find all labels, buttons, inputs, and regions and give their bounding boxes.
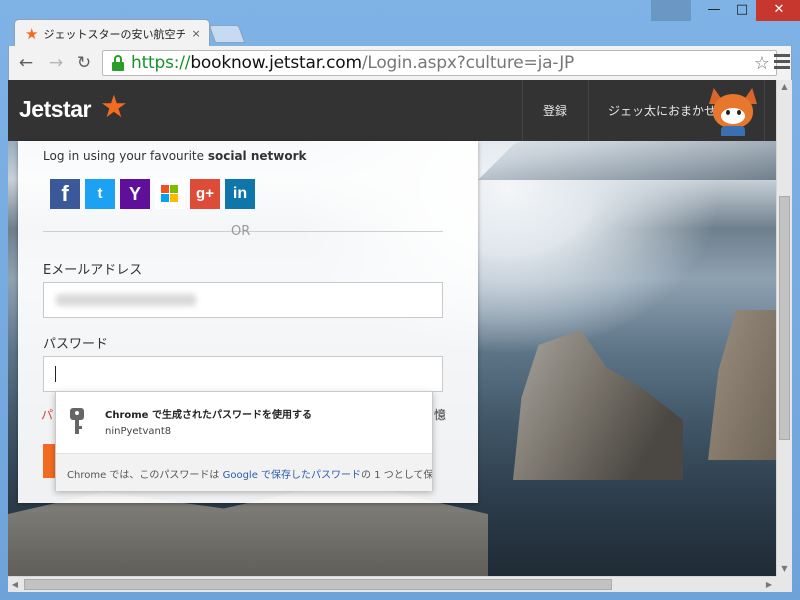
jetstar-favicon-icon: ★ [25,24,39,43]
browser-toolbar: ← → ↻ https://booknow.jetstar.com/Login.… [8,46,792,80]
jetstar-logo[interactable]: Jetstar [19,96,91,123]
vertical-scroll-thumb[interactable] [779,196,790,440]
site-header: Jetstar ★ 登録 ジェッ太におまかせ [8,80,776,141]
header-divider [522,80,523,141]
twitter-login-icon[interactable]: t [85,179,115,209]
window-controls: — □ ✕ [700,0,800,21]
footer-suffix: の 1 つとして保存され [361,470,432,481]
password-field[interactable] [43,356,443,392]
register-link[interactable]: 登録 [543,102,567,119]
text-caret [55,366,56,382]
header-divider [764,80,765,141]
minimize-button[interactable]: — [700,0,728,21]
close-window-button[interactable]: ✕ [756,0,800,21]
scroll-left-arrow-icon[interactable]: ◀ [8,577,22,592]
password-suggestion-popup: Chrome で生成されたパスワードを使用する ninPyetvant8 Chr… [55,391,433,491]
url-scheme: https:// [131,53,191,73]
url-host: booknow.jetstar.com [190,53,362,73]
forward-button[interactable]: → [45,52,67,74]
scrollbar-corner [776,576,792,592]
linkedin-login-icon[interactable]: in [225,179,255,209]
jetta-recommend-link[interactable]: ジェッ太におまかせ [608,102,716,119]
or-divider-label: OR [231,224,251,239]
password-label: パスワード [43,337,109,352]
suggestion-footer-text: Chrome では、このパスワードは Google で保存したパスワードの 1 … [67,466,432,481]
maximize-button[interactable]: □ [728,0,756,21]
google-plus-login-icon[interactable]: g+ [190,179,220,209]
jetta-mascot-icon[interactable] [705,86,759,136]
tab-title: ジェットスターの安い航空チケ [43,27,186,41]
horizontal-scroll-thumb[interactable] [24,579,612,590]
email-field[interactable] [43,282,443,318]
chrome-menu-icon[interactable] [774,54,790,72]
social-login-buttons: f t Y g+ in [50,179,255,209]
tab-close-icon[interactable]: × [191,27,200,40]
social-login-heading: Log in using your favourite social netwo… [43,149,306,163]
bookmark-star-icon[interactable]: ☆ [754,53,770,74]
page-viewport: Jetstar ★ 登録 ジェッ太におまかせ Log in using your… [8,80,776,576]
facebook-login-icon[interactable]: f [50,179,80,209]
key-icon [70,408,84,434]
suggestion-title: Chrome で生成されたパスワードを使用する [105,410,312,421]
yahoo-login-icon[interactable]: Y [120,179,150,209]
header-divider [588,80,589,141]
email-label: Eメールアドレス [43,263,143,278]
remember-me-fragment[interactable]: 憶 [434,406,446,423]
browser-tab[interactable]: ★ ジェットスターの安い航空チケ × [14,19,210,47]
horizontal-scrollbar[interactable]: ◀ ▶ [8,576,776,592]
use-generated-password-option[interactable]: Chrome で生成されたパスワードを使用する ninPyetvant8 [56,392,432,452]
url-path: /Login.aspx?culture=ja-JP [361,53,575,73]
generated-password: ninPyetvant8 [105,426,172,437]
saved-passwords-link[interactable]: Google で保存したパスワード [223,470,361,481]
reload-button[interactable]: ↻ [73,52,95,74]
email-value-blurred [56,294,196,306]
footer-prefix: Chrome では、このパスワードは [67,470,223,481]
vertical-scrollbar[interactable]: ▲ ▼ [776,80,792,576]
microsoft-login-icon[interactable] [155,179,185,209]
user-account-box [651,0,691,21]
jetstar-star-icon: ★ [100,89,128,125]
scroll-up-arrow-icon[interactable]: ▲ [777,80,792,94]
lock-icon [111,55,125,71]
login-button[interactable] [43,444,55,478]
suggestion-footer: Chrome では、このパスワードは Google で保存したパスワードの 1 … [56,453,432,491]
new-tab-button[interactable] [208,25,246,43]
password-hint-fragment: パ [41,408,54,422]
scroll-right-arrow-icon[interactable]: ▶ [762,577,776,592]
address-bar[interactable]: https://booknow.jetstar.com/Login.aspx?c… [102,50,777,76]
url-text[interactable]: https://booknow.jetstar.com/Login.aspx?c… [131,53,574,73]
social-heading-prefix: Log in using your favourite [43,149,208,163]
social-heading-bold: social network [207,149,307,163]
back-button[interactable]: ← [15,52,37,74]
scroll-down-arrow-icon[interactable]: ▼ [777,562,792,576]
